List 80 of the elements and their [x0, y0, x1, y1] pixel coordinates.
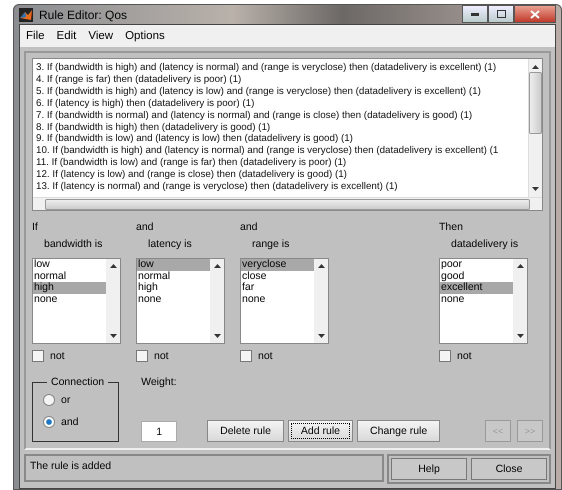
- connective-label: Then: [439, 221, 464, 233]
- variable-label: bandwidth is: [44, 238, 104, 250]
- rule-action-button[interactable]: Add rule: [288, 420, 354, 442]
- menu-item[interactable]: Options: [125, 30, 165, 42]
- variable-label: datadelivery is: [451, 238, 520, 250]
- list-option[interactable]: excellent: [440, 282, 513, 294]
- weight-label: Weight:: [141, 376, 178, 388]
- connective-label: and: [136, 221, 155, 233]
- rule-line[interactable]: 5. If (bandwidth is high) and (latency is low) and (range is veryclose) then (datadelivery is excellent) (1): [36, 86, 526, 98]
- connective-label: and: [240, 221, 259, 233]
- not-label: not: [50, 350, 65, 362]
- radio-button[interactable]: [43, 416, 55, 428]
- list-option[interactable]: high: [137, 282, 210, 294]
- maximize-button[interactable]: [488, 5, 514, 23]
- menu-item[interactable]: Edit: [56, 30, 76, 42]
- rule-line[interactable]: 11. If (bandwidth is low) and (range is far) then (datadelivery is poor) (1): [36, 157, 526, 170]
- rule-line[interactable]: 3. If (bandwidth is high) and (latency is normal) and (range is veryclose) then (datadelivery is excellent) (1): [36, 62, 526, 74]
- connective-label: If: [32, 221, 39, 233]
- rule-line[interactable]: 4. If (range is far) then (datadelivery is poor) (1): [36, 74, 526, 86]
- list-option[interactable]: none: [137, 294, 210, 305]
- close-icon: [530, 10, 540, 18]
- not-label: not: [154, 350, 169, 362]
- list-option[interactable]: high: [33, 282, 106, 294]
- not-checkbox[interactable]: [32, 350, 44, 362]
- radio-label: and: [61, 416, 79, 428]
- scroll-down-icon[interactable]: [318, 334, 324, 338]
- list-option[interactable]: low: [137, 259, 210, 270]
- list-option[interactable]: none: [440, 294, 513, 305]
- close-button[interactable]: [514, 5, 556, 23]
- horizontal-scrollbar[interactable]: [33, 197, 542, 210]
- status-message: The rule is added: [24, 454, 384, 482]
- window-title: Rule Editor: Qos: [39, 8, 128, 22]
- list-option[interactable]: veryclose: [241, 259, 314, 270]
- not-label: not: [457, 350, 472, 362]
- rule-line[interactable]: 8. If (bandwidth is high) then (datadelivery is good) (1): [36, 122, 526, 134]
- list-option[interactable]: good: [440, 270, 513, 282]
- rule-action-button[interactable]: Change rule: [357, 420, 440, 442]
- minimize-button[interactable]: [462, 5, 488, 23]
- list-option[interactable]: poor: [440, 259, 513, 270]
- menu-item[interactable]: File: [26, 30, 45, 42]
- rule-line[interactable]: 7. If (bandwidth is normal) and (latency is normal) and (range is close) then (datadelivery is good) (1): [36, 110, 526, 122]
- not-checkbox[interactable]: [240, 350, 252, 362]
- minimize-icon: [471, 12, 479, 16]
- vertical-scrollbar[interactable]: [528, 59, 542, 197]
- scroll-down-icon[interactable]: [214, 334, 220, 338]
- radio-button[interactable]: [43, 394, 55, 406]
- list-option[interactable]: close: [241, 270, 314, 282]
- not-label: not: [258, 350, 273, 362]
- weight-input[interactable]: 1: [141, 421, 178, 442]
- variable-label: range is: [252, 238, 290, 250]
- maximize-icon: [496, 10, 506, 18]
- list-option[interactable]: normal: [137, 270, 210, 282]
- rule-line[interactable]: 12. If (latency is low) and (range is close) then (datadelivery is good) (1): [36, 169, 526, 182]
- list-option[interactable]: normal: [33, 270, 106, 282]
- list-option[interactable]: far: [241, 282, 314, 294]
- rule-line[interactable]: 10. If (bandwidth is high) and (latency is normal) and (range is veryclose) then (datadelivery is excellent) (1: [36, 145, 526, 158]
- scroll-down-icon[interactable]: [532, 187, 539, 191]
- list-option[interactable]: low: [33, 259, 106, 270]
- rule-line[interactable]: 6. If (latency is high) then (datadelivery is poor) (1): [36, 98, 526, 110]
- not-checkbox[interactable]: [439, 350, 451, 362]
- app-logo-icon: [19, 8, 33, 22]
- scroll-down-icon[interactable]: [110, 334, 116, 338]
- list-option[interactable]: none: [33, 294, 106, 305]
- footer-button[interactable]: Close: [471, 458, 547, 480]
- scroll-down-icon[interactable]: [516, 334, 524, 338]
- rule-line[interactable]: 9. If (bandwidth is low) and (latency is low) then (datadelivery is good) (1): [36, 133, 526, 146]
- scroll-up-icon[interactable]: [110, 264, 116, 268]
- scroll-up-icon[interactable]: [214, 264, 220, 268]
- footer-button[interactable]: Help: [391, 458, 467, 480]
- rule-action-button[interactable]: Delete rule: [207, 420, 284, 442]
- radio-label: or: [61, 394, 70, 406]
- not-checkbox[interactable]: [136, 350, 148, 362]
- scroll-up-icon[interactable]: [532, 65, 539, 69]
- list-option[interactable]: none: [241, 294, 314, 305]
- connection-title: Connection: [50, 376, 106, 388]
- scroll-up-icon[interactable]: [516, 264, 524, 268]
- menu-item[interactable]: View: [88, 30, 114, 42]
- rule-line[interactable]: 13. If (latency is normal) and (range is veryclose) then (datadelivery is excellent) (1): [36, 181, 526, 193]
- variable-label: latency is: [148, 238, 193, 250]
- scroll-up-icon[interactable]: [318, 264, 324, 268]
